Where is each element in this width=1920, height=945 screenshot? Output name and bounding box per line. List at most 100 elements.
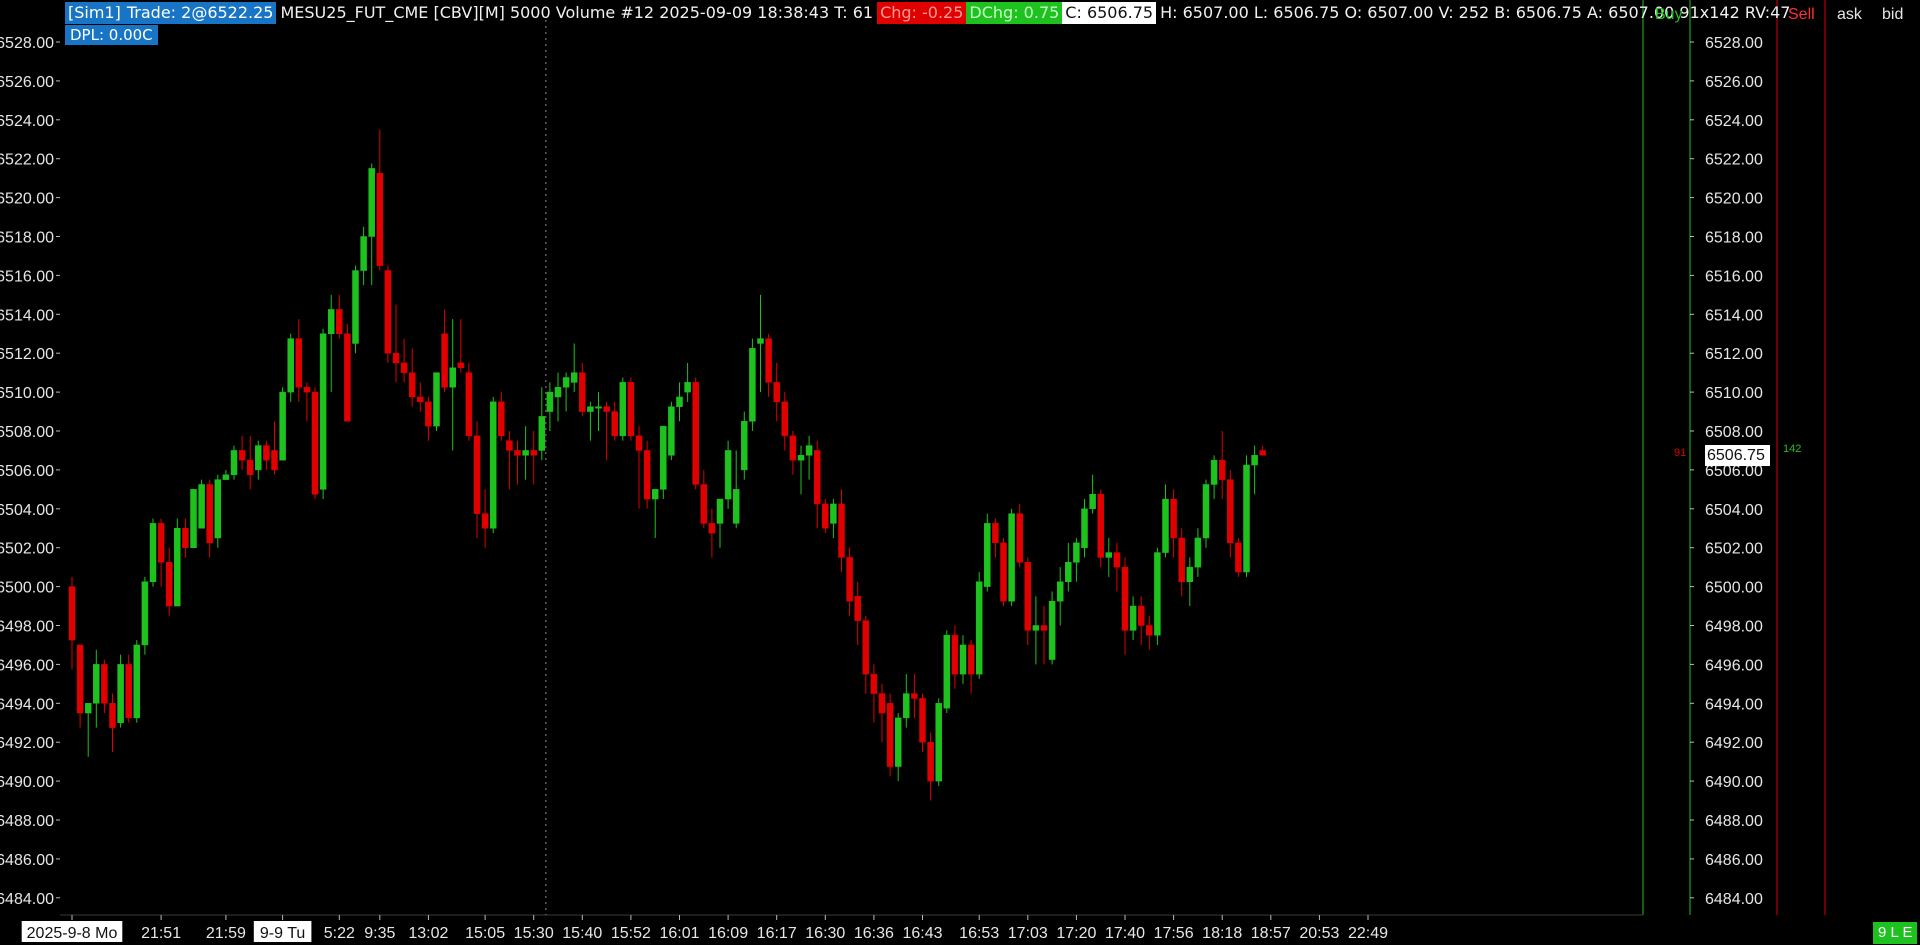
candle-body bbox=[255, 445, 262, 471]
candle-body bbox=[894, 717, 902, 767]
y-tick-label: 6498.00 bbox=[0, 619, 54, 636]
candle-body bbox=[830, 503, 837, 524]
candle-body bbox=[975, 581, 983, 675]
candle-body bbox=[190, 489, 197, 548]
y-tick-label: 6484.00 bbox=[0, 891, 54, 908]
candle-body bbox=[992, 523, 999, 544]
candle-body bbox=[903, 693, 910, 719]
y-tick-label-right: 6492.00 bbox=[1705, 735, 1763, 752]
candle-body bbox=[854, 596, 861, 621]
candle-body bbox=[651, 489, 659, 500]
y-tick-label-right: 6488.00 bbox=[1705, 813, 1763, 830]
candle-body bbox=[959, 644, 967, 675]
y-tick-label: 6528.00 bbox=[0, 35, 54, 52]
candle-body bbox=[449, 367, 456, 388]
y-tick-label: 6504.00 bbox=[0, 502, 54, 519]
candle-body bbox=[627, 382, 635, 437]
candle-body bbox=[174, 528, 181, 607]
candle-body bbox=[1008, 513, 1015, 602]
y-tick-label-right: 6508.00 bbox=[1705, 424, 1763, 441]
candle-body bbox=[757, 338, 764, 344]
candle-body bbox=[133, 644, 141, 719]
x-tick-label: 17:40 bbox=[1105, 925, 1145, 942]
bid-column-header: bid bbox=[1882, 6, 1904, 23]
candle-body bbox=[117, 664, 124, 724]
x-tick-label: 16:09 bbox=[708, 925, 748, 942]
candle-body bbox=[1251, 455, 1258, 466]
candle-body bbox=[813, 450, 821, 505]
x-tick-label: 20:53 bbox=[1299, 925, 1339, 942]
candle-body bbox=[473, 435, 481, 514]
candle-body bbox=[206, 484, 213, 544]
buy-column-header[interactable]: Buy bbox=[1655, 6, 1683, 24]
candle-body bbox=[287, 338, 294, 393]
candle-body bbox=[1040, 625, 1048, 631]
sell-column-header[interactable]: Sell bbox=[1788, 6, 1815, 24]
candle-body bbox=[1000, 542, 1007, 602]
candle-body bbox=[336, 309, 343, 334]
y-tick-label-right: 6500.00 bbox=[1705, 580, 1763, 597]
ask-size: 142 bbox=[1783, 443, 1802, 455]
candle-body bbox=[587, 406, 594, 412]
candle-body bbox=[498, 401, 505, 437]
candle-body bbox=[943, 634, 951, 709]
candle-body bbox=[684, 382, 691, 393]
x-tick-label: 17:20 bbox=[1056, 925, 1096, 942]
candle-body bbox=[1259, 450, 1266, 456]
candle-body bbox=[984, 523, 991, 587]
y-tick-label-right: 6510.00 bbox=[1705, 385, 1763, 402]
candle-body bbox=[408, 372, 416, 398]
candle-body bbox=[141, 581, 149, 646]
candle-body bbox=[838, 503, 845, 558]
candle-body bbox=[732, 489, 740, 524]
x-tick-label: 5:22 bbox=[324, 925, 355, 942]
candle-body bbox=[741, 421, 748, 471]
y-tick-label-right: 6490.00 bbox=[1705, 774, 1763, 791]
candle-body bbox=[1210, 459, 1218, 485]
y-tick-label: 6520.00 bbox=[0, 191, 54, 208]
y-tick-label: 6512.00 bbox=[0, 346, 54, 363]
y-tick-label: 6510.00 bbox=[0, 385, 54, 402]
candle-body bbox=[400, 362, 408, 373]
y-tick-label-right: 6518.00 bbox=[1705, 230, 1763, 247]
candle-body bbox=[724, 450, 732, 500]
x-tick-label: 16:53 bbox=[959, 925, 999, 942]
candle-body bbox=[109, 703, 116, 728]
candle-body bbox=[279, 391, 286, 461]
candle-body bbox=[1146, 625, 1153, 636]
x-tick-label: 21:59 bbox=[206, 925, 246, 942]
candle-body bbox=[303, 386, 311, 393]
y-tick-label-right: 6484.00 bbox=[1705, 891, 1763, 908]
candle-body bbox=[68, 586, 76, 641]
candle-body bbox=[1081, 508, 1088, 548]
x-tick-label: 15:05 bbox=[465, 925, 505, 942]
y-tick-label-right: 6496.00 bbox=[1705, 657, 1763, 674]
candle-body bbox=[570, 372, 578, 383]
candle-body bbox=[870, 673, 878, 694]
candle-body bbox=[441, 333, 448, 388]
candle-body bbox=[376, 173, 384, 266]
account-label: [Sim1] bbox=[65, 2, 124, 24]
candle-body bbox=[546, 391, 554, 412]
candle-body bbox=[1073, 542, 1080, 563]
candle-body bbox=[805, 445, 813, 456]
y-tick-label: 6522.00 bbox=[0, 152, 54, 169]
candle-body bbox=[246, 459, 254, 476]
y-tick-label: 6524.00 bbox=[0, 113, 54, 130]
current-price-marker: 6506.75 bbox=[1705, 445, 1770, 466]
candle-body bbox=[214, 479, 222, 539]
candle-body bbox=[797, 455, 805, 461]
price-chart[interactable]: 6528.00 6528.00 6526.00 6526.00 6524.00 6524.… bbox=[0, 0, 1920, 945]
y-tick-label: 6486.00 bbox=[0, 852, 54, 869]
candle-body bbox=[1170, 498, 1177, 539]
y-tick-label: 6488.00 bbox=[0, 813, 54, 830]
candle-body bbox=[579, 372, 586, 412]
y-tick-label-right: 6512.00 bbox=[1705, 346, 1763, 363]
candle-body bbox=[595, 406, 602, 409]
y-tick-label-right: 6522.00 bbox=[1705, 152, 1763, 169]
candle-body bbox=[1137, 605, 1145, 626]
candle-body bbox=[481, 513, 489, 529]
candle-body bbox=[1113, 552, 1121, 568]
candle-body bbox=[611, 411, 618, 437]
candle-body bbox=[1032, 625, 1040, 631]
